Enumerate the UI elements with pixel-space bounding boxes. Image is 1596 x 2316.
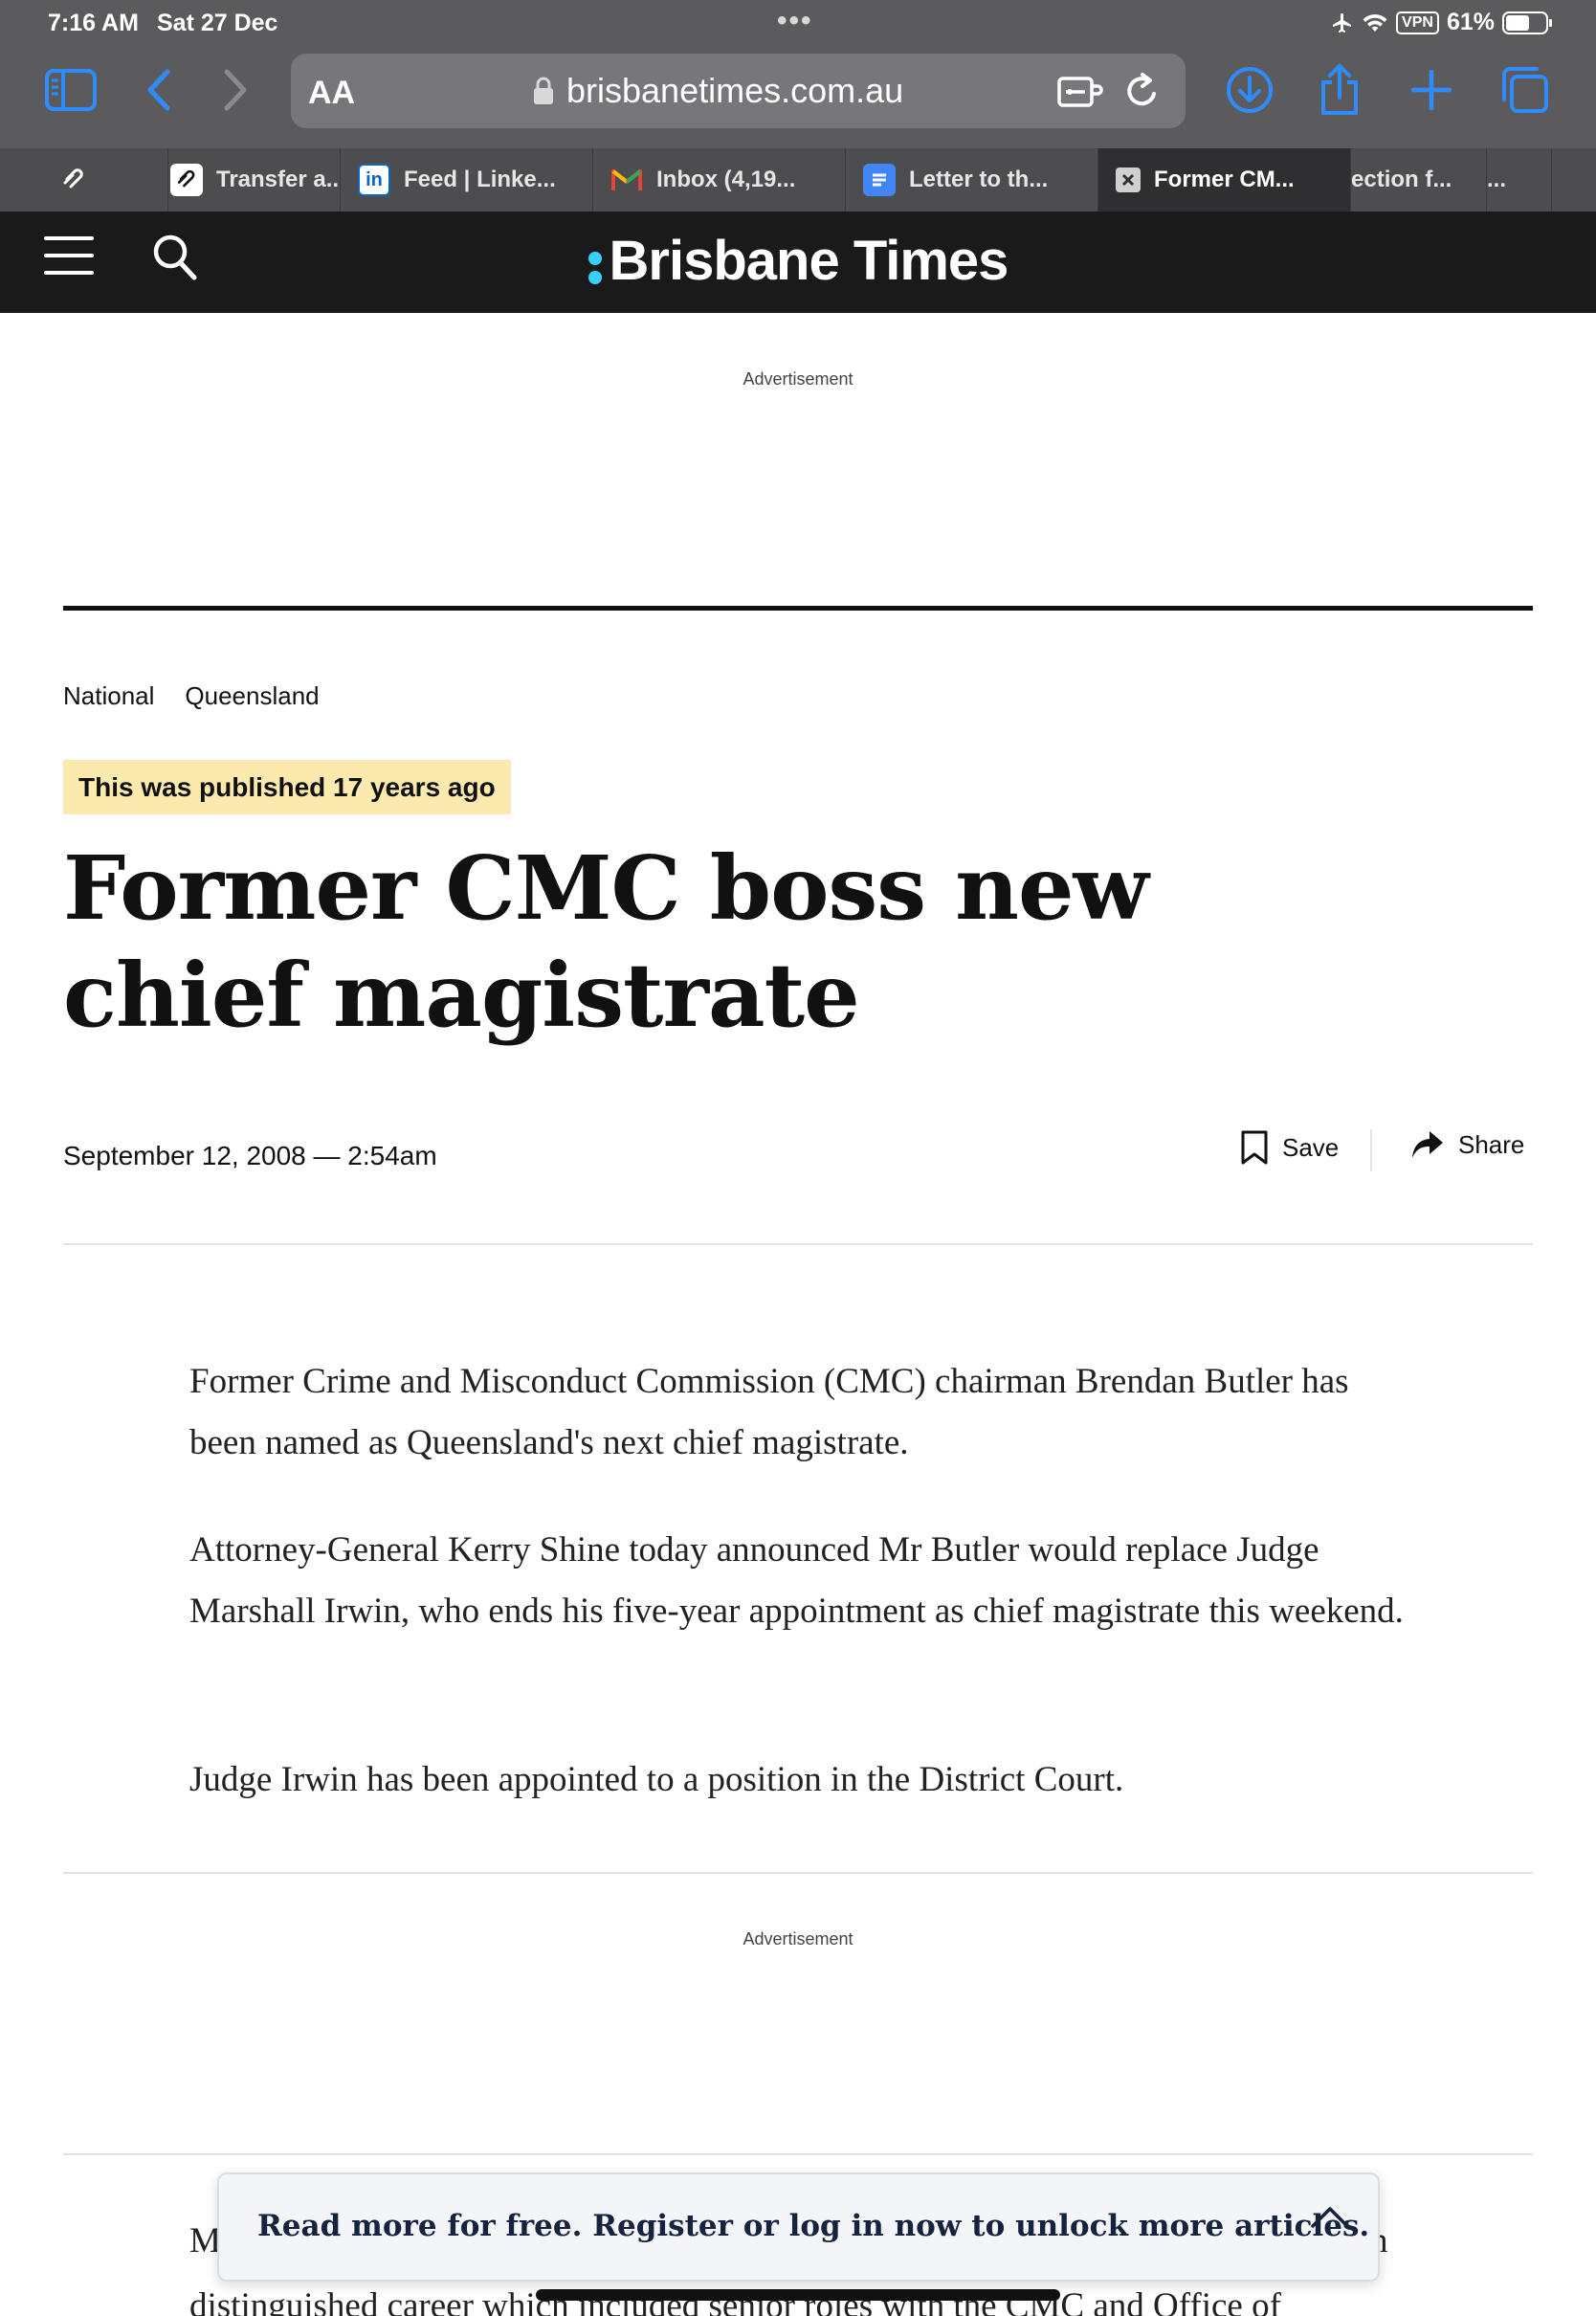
home-indicator[interactable] xyxy=(536,2289,1060,2301)
share-arrow-icon xyxy=(1412,1131,1443,1158)
status-bar: 7:16 AM Sat 27 Dec ••• VPN 61% xyxy=(0,0,1596,44)
logo-dots-icon xyxy=(587,242,604,288)
tab-label: Former CM... xyxy=(1154,167,1295,192)
close-icon[interactable] xyxy=(1116,167,1141,192)
breadcrumb-queensland[interactable]: Queensland xyxy=(185,681,319,711)
save-button[interactable]: Save xyxy=(1240,1129,1339,1166)
breadcrumb: National Queensland xyxy=(63,681,320,711)
action-divider xyxy=(1370,1129,1372,1171)
site-logo[interactable]: Brisbane Times xyxy=(0,229,1596,293)
back-icon[interactable] xyxy=(130,61,188,119)
tab-label: Feed | Linke... xyxy=(404,167,556,192)
status-date: Sat 27 Dec xyxy=(157,10,278,36)
tab-section[interactable]: ection f... xyxy=(1351,148,1487,212)
article-dateline: September 12, 2008 — 2:54am xyxy=(63,1141,437,1170)
new-tab-icon[interactable] xyxy=(1403,61,1460,119)
advertisement-label: Advertisement xyxy=(743,1929,853,1949)
docs-icon xyxy=(863,164,896,196)
wifi-icon xyxy=(1363,13,1387,32)
tab-label: Transfer a... xyxy=(216,167,341,192)
multitasking-dots-icon[interactable]: ••• xyxy=(777,5,813,37)
share-sheet-icon[interactable] xyxy=(1311,61,1368,119)
register-prompt-banner[interactable]: Read more for free. Register or log in n… xyxy=(217,2172,1380,2282)
address-bar[interactable]: AA brisbanetimes.com.au xyxy=(291,54,1186,128)
sidebar-toggle-icon[interactable] xyxy=(42,61,100,119)
tab-active-former-cmc[interactable]: Former CM... xyxy=(1098,148,1351,212)
battery-percent: 61% xyxy=(1446,9,1495,35)
status-time: 7:16 AM xyxy=(48,10,139,36)
content-divider xyxy=(63,1872,1533,1874)
article-paragraph: Attorney-General Kerry Shine today annou… xyxy=(189,1530,1404,1631)
tab-overview-icon[interactable] xyxy=(1496,61,1554,119)
advertisement-label: Advertisement xyxy=(743,369,853,389)
tab-google-docs[interactable]: Letter to th... xyxy=(846,148,1098,212)
vpn-badge: VPN xyxy=(1396,11,1439,34)
gmail-icon xyxy=(610,164,643,196)
tab-label: ... xyxy=(1487,167,1507,192)
register-prompt-text[interactable]: Read more for free. Register or log in n… xyxy=(257,2209,1369,2243)
linkedin-icon: in xyxy=(358,164,390,196)
article-paragraph: Former Crime and Misconduct Commission (… xyxy=(189,1362,1349,1462)
breadcrumb-national[interactable]: National xyxy=(63,681,154,711)
browser-chrome: 7:16 AM Sat 27 Dec ••• VPN 61% AA brisba… xyxy=(0,0,1596,148)
tab-label: Letter to th... xyxy=(909,167,1049,192)
squarespace-icon xyxy=(170,164,203,196)
tab-linkedin[interactable]: in Feed | Linke... xyxy=(341,148,593,212)
battery-level xyxy=(1506,14,1530,31)
share-button[interactable]: Share xyxy=(1410,1129,1524,1160)
chevron-up-icon[interactable] xyxy=(1309,2203,1351,2232)
site-header: Brisbane Times xyxy=(0,212,1596,313)
text-size-label: AA xyxy=(308,75,356,111)
bookmark-icon xyxy=(1241,1130,1268,1165)
tab-gmail[interactable]: Inbox (4,19... xyxy=(593,148,846,212)
safari-toolbar: AA brisbanetimes.com.au xyxy=(0,48,1596,140)
section-divider xyxy=(63,606,1533,611)
forward-icon[interactable] xyxy=(207,61,264,119)
article-paragraph-partial-start: M xyxy=(189,2221,221,2260)
tab-label: ection f... xyxy=(1351,167,1452,192)
tab-transfer[interactable]: Transfer a... xyxy=(153,148,341,212)
tab-squarespace-pinned[interactable] xyxy=(0,148,168,212)
squarespace-icon xyxy=(57,164,90,196)
extensions-icon[interactable] xyxy=(1056,73,1104,111)
battery-icon xyxy=(1502,11,1552,34)
brand-name: Brisbane Times xyxy=(609,230,1009,292)
tab-more[interactable]: ... xyxy=(1487,148,1552,212)
content-divider xyxy=(63,2153,1533,2155)
status-indicators: VPN 61% xyxy=(1331,9,1552,36)
published-age-badge: This was published 17 years ago xyxy=(63,760,511,814)
article-paragraph: Judge Irwin has been appointed to a posi… xyxy=(189,1760,1124,1799)
airplane-icon xyxy=(1333,12,1352,33)
text-size-button[interactable]: AA xyxy=(308,75,355,112)
article-headline: Former CMC boss new chief magistrate xyxy=(63,836,1149,1047)
share-label: Share xyxy=(1458,1129,1525,1159)
downloads-icon[interactable] xyxy=(1221,61,1278,119)
tab-label: Inbox (4,19... xyxy=(656,167,796,192)
url-text: brisbanetimes.com.au xyxy=(566,71,904,110)
reload-icon[interactable] xyxy=(1123,71,1162,111)
lock-icon xyxy=(534,77,553,104)
tab-strip: Transfer a... in Feed | Linke... Inbox (… xyxy=(0,148,1596,212)
save-label: Save xyxy=(1282,1132,1340,1162)
dateline-divider xyxy=(63,1243,1533,1245)
